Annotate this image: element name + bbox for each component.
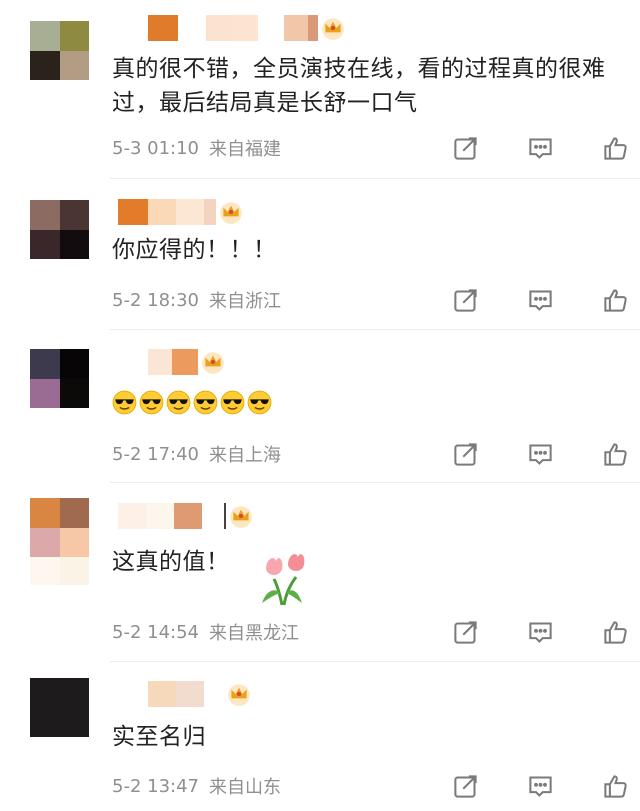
thumbs-up-icon: [603, 288, 627, 312]
comment-item: 你应得的！！！ 5-2 18:30 来自浙江: [0, 179, 640, 329]
like-button[interactable]: [600, 285, 630, 315]
crown-badge-icon: [220, 202, 242, 224]
comment-meta: 5-2 13:47 来自山东: [112, 772, 281, 800]
crown-badge-icon: [202, 352, 224, 374]
sunglasses-emoji: [112, 390, 137, 415]
tulip-sticker: [262, 554, 305, 606]
comment-icon: [528, 137, 552, 159]
comment-icon: [528, 621, 552, 643]
share-icon: [453, 442, 477, 466]
comment-location: 来自上海: [209, 445, 281, 466]
comment-icon: [528, 443, 552, 465]
share-icon: [453, 136, 477, 160]
share-button[interactable]: [450, 439, 480, 469]
comment-actions: [450, 438, 630, 470]
username-mosaic[interactable]: [112, 198, 244, 226]
thumbs-up-icon: [603, 774, 627, 798]
reply-button[interactable]: [525, 285, 555, 315]
comment-location: 来自山东: [209, 777, 281, 798]
avatar-lower: [30, 557, 89, 585]
reply-button[interactable]: [525, 617, 555, 647]
comment-icon: [528, 289, 552, 311]
comment-actions: [450, 284, 630, 316]
avatar[interactable]: [30, 678, 89, 737]
comment-item: 真的很不错，全员演技在线，看的过程真的很难过，最后结局真是长舒一口气 5-3 0…: [0, 0, 640, 178]
username-mosaic[interactable]: [112, 680, 252, 708]
like-button[interactable]: [600, 133, 630, 163]
comment-time: 5-2 14:54: [112, 621, 199, 643]
comment-meta: 5-3 01:10 来自福建: [112, 134, 281, 162]
comment-icon: [528, 775, 552, 797]
reply-button[interactable]: [525, 771, 555, 801]
sunglasses-emoji: [247, 390, 272, 415]
share-icon: [453, 620, 477, 644]
comment-text: 你应得的！！！: [112, 237, 277, 263]
comment-text: 实至名归: [112, 724, 206, 750]
avatar[interactable]: [30, 498, 89, 557]
share-icon: [453, 774, 477, 798]
avatar[interactable]: [30, 200, 89, 259]
share-button[interactable]: [450, 285, 480, 315]
thumbs-up-icon: [603, 442, 627, 466]
like-button[interactable]: [600, 439, 630, 469]
sunglasses-emoji: [139, 390, 164, 415]
comment-actions: [450, 770, 630, 802]
thumbs-up-icon: [603, 620, 627, 644]
comment-actions: [450, 616, 630, 648]
share-button[interactable]: [450, 771, 480, 801]
like-button[interactable]: [600, 617, 630, 647]
share-button[interactable]: [450, 617, 480, 647]
comment-meta: 5-2 18:30 来自浙江: [112, 286, 281, 314]
reply-button[interactable]: [525, 133, 555, 163]
reply-button[interactable]: [525, 439, 555, 469]
username-mosaic[interactable]: [112, 348, 226, 376]
emoji-row: [112, 390, 632, 420]
share-button[interactable]: [450, 133, 480, 163]
comment-text: 这真的值！: [112, 549, 230, 575]
comment-time: 5-2 18:30: [112, 289, 199, 311]
share-icon: [453, 288, 477, 312]
comment-item: 5-2 17:40 来自上海: [0, 330, 640, 482]
username-mosaic[interactable]: [112, 502, 254, 530]
comment-location: 来自浙江: [209, 291, 281, 312]
comment-meta: 5-2 14:54 来自黑龙江: [112, 618, 299, 646]
crown-badge-icon: [228, 684, 250, 706]
comment-location: 来自黑龙江: [209, 623, 299, 644]
sunglasses-emoji: [220, 390, 245, 415]
username-mosaic[interactable]: [112, 14, 346, 42]
like-button[interactable]: [600, 771, 630, 801]
comment-time: 5-3 01:10: [112, 137, 199, 159]
comment-location: 来自福建: [209, 139, 281, 160]
avatar[interactable]: [30, 349, 89, 408]
comment-item: 实至名归 5-2 13:47 来自山东: [0, 662, 640, 811]
avatar[interactable]: [30, 21, 89, 80]
comment-time: 5-2 17:40: [112, 443, 199, 465]
comment-meta: 5-2 17:40 来自上海: [112, 440, 281, 468]
comment-time: 5-2 13:47: [112, 775, 199, 797]
comment-item: 这真的值！ 5-2 14:54 来自黑龙江: [0, 483, 640, 661]
comment-actions: [450, 132, 630, 164]
crown-badge-icon: [322, 18, 344, 40]
thumbs-up-icon: [603, 136, 627, 160]
sunglasses-emoji: [166, 390, 191, 415]
sunglasses-emoji: [193, 390, 218, 415]
crown-badge-icon: [230, 506, 252, 528]
comment-text: 真的很不错，全员演技在线，看的过程真的很难过，最后结局真是长舒一口气: [112, 56, 606, 116]
